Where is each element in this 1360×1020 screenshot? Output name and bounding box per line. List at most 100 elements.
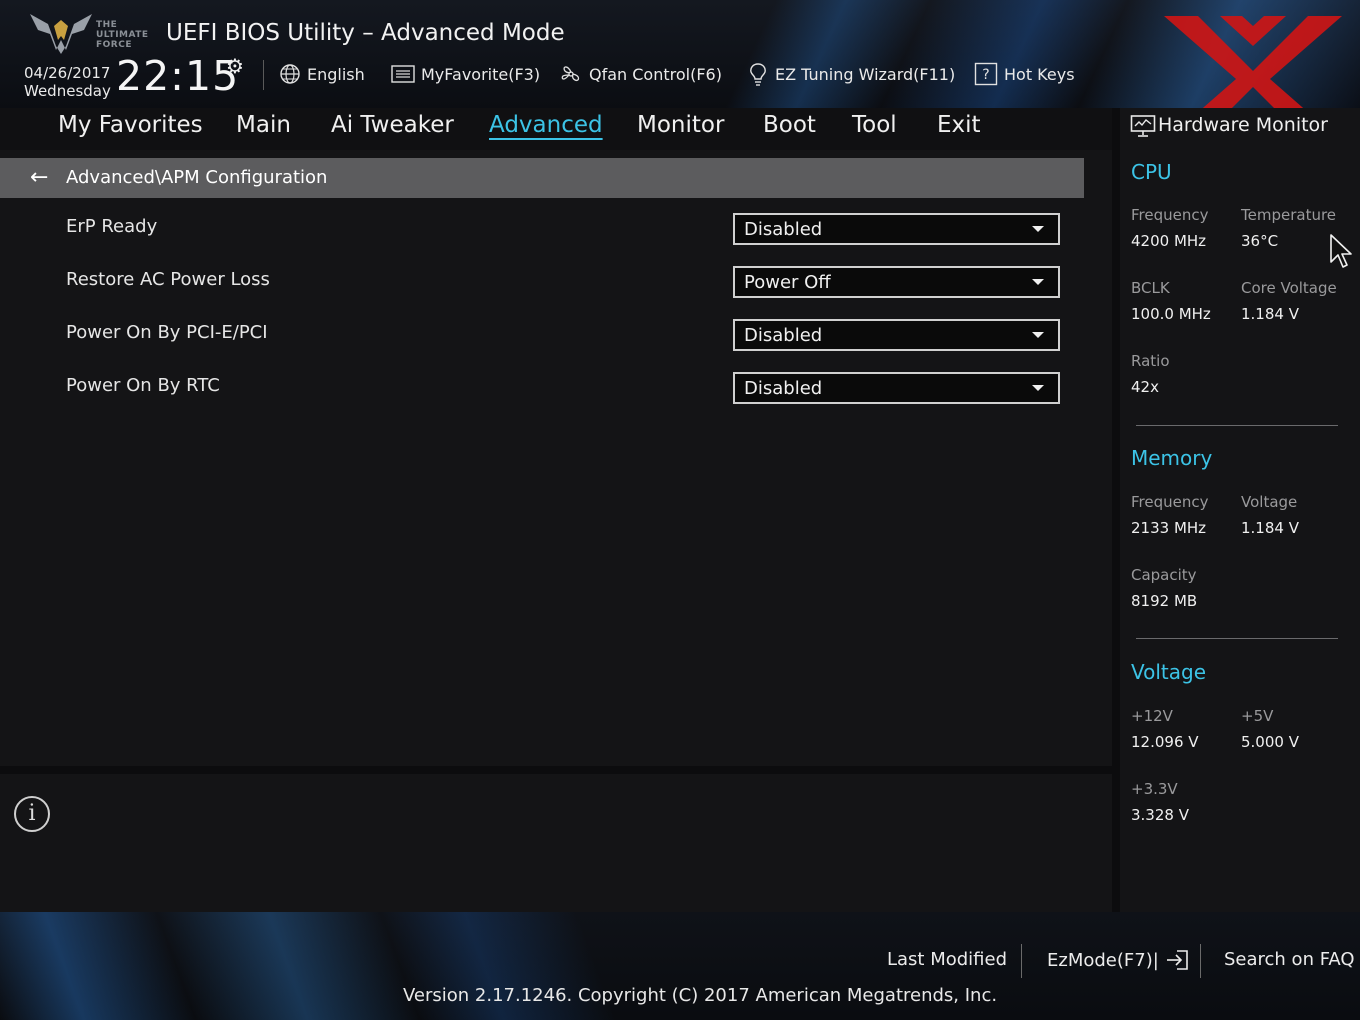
erp-ready-dropdown[interactable]: Disabled bbox=[733, 213, 1060, 245]
tab-monitor[interactable]: Monitor bbox=[637, 112, 724, 138]
last-modified-button[interactable]: Last Modified bbox=[887, 949, 1007, 970]
dropdown-value: Disabled bbox=[744, 378, 823, 399]
setting-label-erp-ready: ErP Ready bbox=[66, 216, 158, 237]
ratio-value: 42x bbox=[1131, 378, 1159, 396]
tab-main[interactable]: Main bbox=[236, 112, 291, 138]
weekday-text: Wednesday bbox=[24, 82, 111, 100]
setting-label-power-on-by-rtc: Power On By RTC bbox=[66, 375, 220, 396]
power-on-by-rtc-dropdown[interactable]: Disabled bbox=[733, 372, 1060, 404]
cpu-frequency-label: Frequency bbox=[1131, 206, 1209, 224]
breadcrumb-label: Advanced\APM Configuration bbox=[66, 167, 328, 188]
ez-tuning-label: EZ Tuning Wizard(F11) bbox=[775, 64, 956, 84]
capacity-label: Capacity bbox=[1131, 566, 1197, 584]
header-bar: THE ULTIMATE FORCE UEFI BIOS Utility – A… bbox=[0, 0, 1360, 108]
hardware-monitor-panel: Hardware Monitor CPU Frequency Temperatu… bbox=[1120, 108, 1360, 912]
caret-down-icon bbox=[1032, 332, 1044, 338]
footer-separator bbox=[1021, 944, 1022, 978]
v5-value: 5.000 V bbox=[1241, 733, 1299, 751]
cpu-frequency-value: 4200 MHz bbox=[1131, 232, 1207, 250]
ez-tuning-wizard-button[interactable]: EZ Tuning Wizard(F11) bbox=[747, 62, 955, 86]
setting-label-restore-ac-power-loss: Restore AC Power Loss bbox=[66, 269, 270, 290]
hot-keys-label: Hot Keys bbox=[1004, 64, 1075, 84]
tuf-logo-icon bbox=[30, 14, 92, 54]
logo-line-3: FORCE bbox=[96, 40, 132, 50]
bclk-label: BCLK bbox=[1131, 279, 1170, 297]
tab-ai-tweaker[interactable]: Ai Tweaker bbox=[331, 112, 454, 138]
cpu-heading: CPU bbox=[1131, 160, 1172, 184]
exit-arrow-icon bbox=[1166, 950, 1188, 970]
globe-icon bbox=[280, 64, 300, 84]
dropdown-value: Disabled bbox=[744, 325, 823, 346]
language-label: English bbox=[307, 64, 365, 84]
logo-text: THE ULTIMATE FORCE bbox=[96, 20, 149, 50]
help-box-icon: ? bbox=[974, 62, 998, 86]
monitor-icon bbox=[1130, 115, 1156, 137]
caret-down-icon bbox=[1032, 226, 1044, 232]
logo-line-2: ULTIMATE bbox=[96, 30, 149, 40]
search-faq-label: Search on FAQ bbox=[1224, 949, 1355, 970]
caret-down-icon bbox=[1032, 279, 1044, 285]
bclk-value: 100.0 MHz bbox=[1131, 305, 1211, 323]
setting-label-power-on-by-pcie: Power On By PCI-E/PCI bbox=[66, 322, 268, 343]
myfavorite-label: MyFavorite(F3) bbox=[421, 64, 541, 84]
v33-value: 3.328 V bbox=[1131, 806, 1189, 824]
hw-divider bbox=[1136, 638, 1338, 639]
fan-icon bbox=[561, 66, 580, 82]
qfan-label: Qfan Control(F6) bbox=[589, 64, 722, 84]
logo-line-1: THE bbox=[96, 20, 118, 30]
mouse-cursor-icon bbox=[1330, 234, 1352, 268]
core-voltage-label: Core Voltage bbox=[1241, 279, 1337, 297]
memory-voltage-value: 1.184 V bbox=[1241, 519, 1299, 537]
ratio-label: Ratio bbox=[1131, 352, 1170, 370]
memory-frequency-value: 2133 MHz bbox=[1131, 519, 1207, 537]
date-text: 04/26/2017 bbox=[24, 64, 111, 82]
tab-advanced[interactable]: Advanced bbox=[489, 112, 603, 138]
app-title: UEFI BIOS Utility – Advanced Mode bbox=[166, 20, 565, 46]
qfan-control-button[interactable]: Qfan Control(F6) bbox=[559, 62, 722, 86]
memory-heading: Memory bbox=[1131, 446, 1213, 470]
svg-text:?: ? bbox=[982, 67, 989, 83]
dropdown-value: Power Off bbox=[744, 272, 831, 293]
core-voltage-value: 1.184 V bbox=[1241, 305, 1299, 323]
memory-frequency-label: Frequency bbox=[1131, 493, 1209, 511]
capacity-value: 8192 MB bbox=[1131, 592, 1198, 610]
last-modified-label: Last Modified bbox=[887, 949, 1008, 970]
hot-keys-button[interactable]: ? Hot Keys bbox=[974, 62, 1075, 86]
tab-tool[interactable]: Tool bbox=[852, 112, 897, 138]
back-arrow-icon[interactable]: ← bbox=[30, 166, 48, 190]
main-nav: My Favorites Main Ai Tweaker Advanced Mo… bbox=[0, 108, 1112, 150]
v33-label: +3.3V bbox=[1131, 780, 1178, 798]
language-button[interactable]: English bbox=[279, 62, 365, 86]
breadcrumb: ← Advanced\APM Configuration bbox=[0, 158, 1084, 198]
tab-boot[interactable]: Boot bbox=[763, 112, 816, 138]
cpu-temperature-value: 36°C bbox=[1241, 232, 1279, 250]
myfavorite-button[interactable]: MyFavorite(F3) bbox=[391, 62, 540, 86]
search-faq-button[interactable]: Search on FAQ bbox=[1224, 949, 1355, 970]
favorite-list-icon bbox=[391, 65, 415, 83]
v12-label: +12V bbox=[1131, 707, 1173, 725]
settings-panel: ← Advanced\APM Configuration ErP Ready D… bbox=[0, 150, 1112, 766]
tab-exit[interactable]: Exit bbox=[937, 112, 981, 138]
lightbulb-icon bbox=[750, 63, 766, 86]
gear-icon[interactable]: ⚙ bbox=[226, 54, 244, 78]
v12-value: 12.096 V bbox=[1131, 733, 1199, 751]
ezmode-label: EzMode(F7)| bbox=[1047, 949, 1159, 971]
v5-label: +5V bbox=[1241, 707, 1274, 725]
date-display: 04/26/2017 Wednesday bbox=[24, 64, 111, 100]
power-on-by-pcie-dropdown[interactable]: Disabled bbox=[733, 319, 1060, 351]
memory-voltage-label: Voltage bbox=[1241, 493, 1298, 511]
version-text: Version 2.17.1246. Copyright (C) 2017 Am… bbox=[403, 985, 998, 1006]
restore-ac-power-loss-dropdown[interactable]: Power Off bbox=[733, 266, 1060, 298]
clock-display[interactable]: 22:15 bbox=[116, 52, 239, 100]
help-info-panel: i bbox=[0, 774, 1112, 912]
ezmode-button[interactable]: EzMode(F7)| bbox=[1047, 949, 1189, 971]
header-separator bbox=[263, 60, 264, 90]
footer-bar: Last Modified EzMode(F7)| Search on FAQ … bbox=[0, 912, 1360, 1020]
cpu-temperature-label: Temperature bbox=[1241, 206, 1337, 224]
voltage-heading: Voltage bbox=[1131, 660, 1207, 684]
dropdown-value: Disabled bbox=[744, 219, 823, 240]
caret-down-icon bbox=[1032, 385, 1044, 391]
tab-my-favorites[interactable]: My Favorites bbox=[58, 112, 203, 138]
footer-separator bbox=[1200, 944, 1201, 978]
hardware-monitor-title: Hardware Monitor bbox=[1158, 114, 1328, 136]
